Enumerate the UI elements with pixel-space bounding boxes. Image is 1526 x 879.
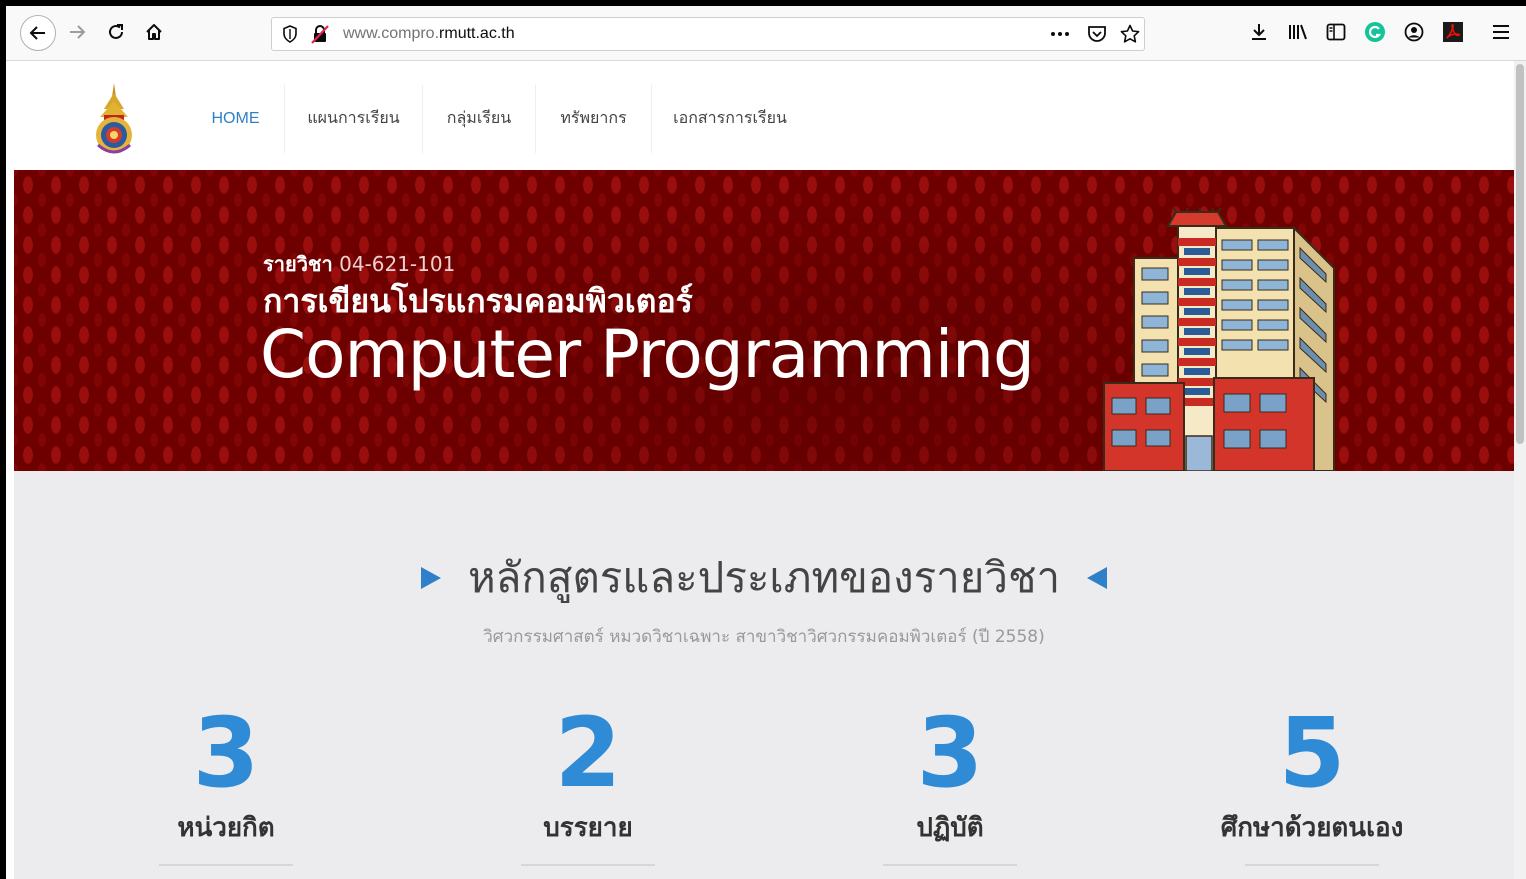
stat-label: ศึกษาด้วยตนเอง [1220,813,1404,843]
stat-value: 2 [554,697,622,809]
account-button[interactable] [1399,17,1429,47]
stat-practice: 3 ปฏิบัติ [820,703,1080,866]
scrollbar-thumb[interactable] [1516,64,1524,444]
triangle-right-icon [420,567,441,589]
stat-label: บรรยาย [543,813,633,843]
menu-button[interactable] [1486,17,1516,47]
url-text[interactable]: www.compro.rmutt.ac.th [343,25,515,43]
pocket-icon[interactable] [1087,24,1107,44]
building-illustration [1103,208,1335,471]
stat-value: 3 [916,697,984,809]
nav-study-groups[interactable]: กลุ่มเรียน [423,85,535,153]
forward-arrow-icon [70,25,86,39]
menu-icon [1493,25,1509,39]
grammarly-icon [1365,22,1385,42]
library-button[interactable] [1283,17,1313,47]
nav-study-plan[interactable]: แผนการเรียน [285,85,422,153]
account-icon [1404,22,1424,42]
hero-banner: รายวิชา 04-621-101 การเขียนโปรแกรมคอมพิว… [14,170,1514,471]
stat-value: 3 [192,697,260,809]
site-navbar: HOME แผนการเรียน กลุ่มเรียน ทรัพยากร เอก… [14,61,1514,176]
nav-home[interactable]: HOME [187,85,284,153]
browser-window: www.compro.rmutt.ac.th HOME แผนการเรียน … [6,6,1526,879]
more-icon[interactable] [1050,24,1070,44]
course-title-english: Computer Programming [260,316,1035,393]
course-code-label: รายวิชา [263,252,333,276]
nav-resources[interactable]: ทรัพยากร [536,85,651,153]
stat-lecture: 2 บรรยาย [458,703,718,866]
stat-divider [883,864,1017,866]
university-logo[interactable] [90,83,138,157]
stat-divider [159,864,293,866]
download-icon [1252,24,1266,40]
star-icon[interactable] [1120,24,1140,44]
nav-documents[interactable]: เอกสารการเรียน [652,85,808,153]
stat-divider [1245,864,1379,866]
back-button[interactable] [20,15,56,51]
download-button[interactable] [1244,17,1274,47]
grammarly-button[interactable] [1360,17,1390,47]
home-button[interactable] [139,17,169,47]
stat-credits: 3 หน่วยกิต [96,703,356,866]
pdf-icon [1443,22,1463,42]
sidebar-button[interactable] [1321,17,1351,47]
url-bar[interactable]: www.compro.rmutt.ac.th [271,17,1145,51]
stat-label: หน่วยกิต [177,813,275,843]
stat-divider [521,864,655,866]
section-title: หลักสูตรและประเภทของรายวิชา [467,553,1061,602]
forward-button[interactable] [62,17,92,47]
stat-value: 5 [1278,697,1346,809]
reload-button[interactable] [101,17,131,47]
browser-toolbar: www.compro.rmutt.ac.th [6,6,1526,61]
back-arrow-icon [29,26,45,40]
reload-icon [109,24,123,39]
home-icon [146,24,162,40]
pdf-button[interactable] [1438,17,1468,47]
insecure-lock-icon[interactable] [310,24,330,44]
section-heading: หลักสูตรและประเภทของรายวิชา [14,545,1514,611]
course-code-value: 04-621-101 [339,252,456,276]
stat-self-study: 5 ศึกษาด้วยตนเอง [1182,703,1442,866]
course-info-section: หลักสูตรและประเภทของรายวิชา วิศวกรรมศาสต… [14,471,1514,879]
triangle-left-icon [1087,567,1108,589]
library-icon [1289,24,1307,40]
section-subtitle: วิศวกรรมศาสตร์ หมวดวิชาเฉพาะ สาขาวิชาวิศ… [483,627,1045,647]
shield-icon[interactable] [280,24,300,44]
sidebar-icon [1326,23,1346,41]
stat-label: ปฏิบัติ [916,813,984,843]
